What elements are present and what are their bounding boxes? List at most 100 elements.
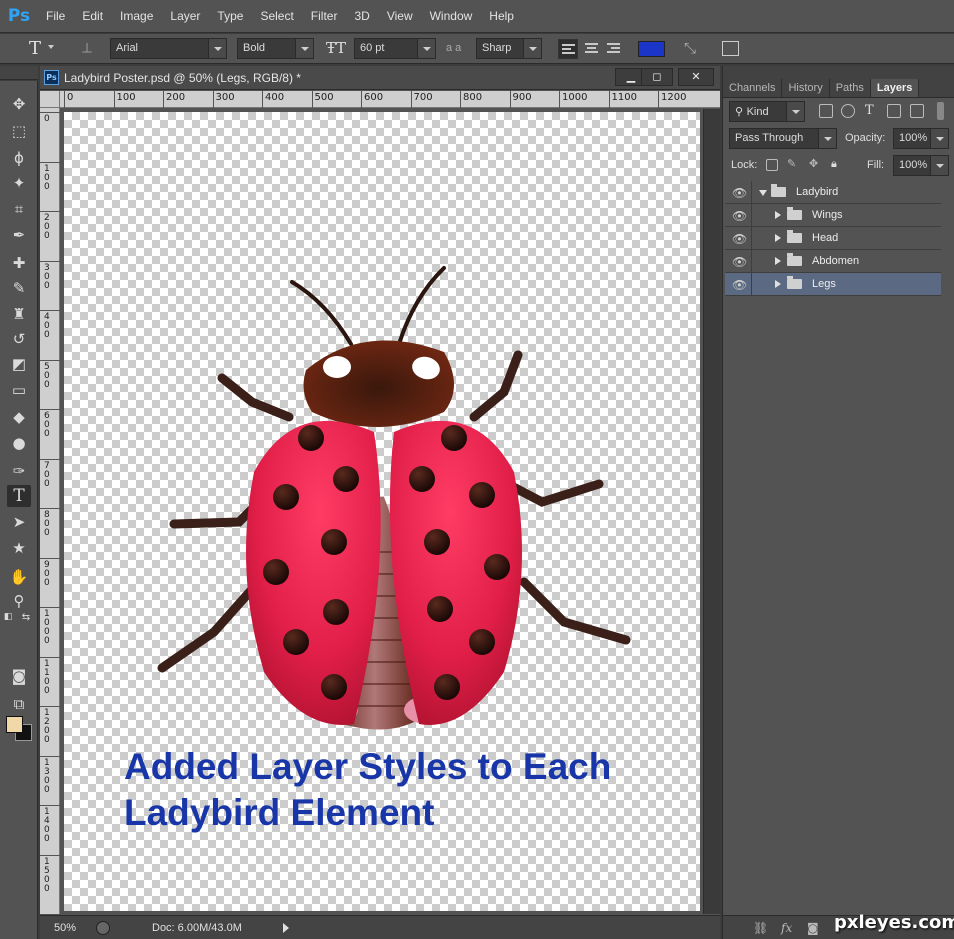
lock-all-icon[interactable]: 🔒︎ xyxy=(831,157,837,171)
quick-mask-icon[interactable]: ◙ xyxy=(7,665,31,687)
type-tool-icon[interactable]: T xyxy=(7,485,31,507)
tab-layers[interactable]: Layers xyxy=(870,79,920,97)
document-tab[interactable]: Ps Ladybird Poster.psd @ 50% (Legs, RGB/… xyxy=(40,66,720,90)
align-right-icon[interactable] xyxy=(604,39,624,59)
layer-row-abdomen[interactable]: 👁︎ Abdomen xyxy=(725,250,941,273)
antialias-select[interactable]: Sharp xyxy=(476,38,542,59)
tab-paths[interactable]: Paths xyxy=(830,79,871,97)
menu-file[interactable]: File xyxy=(46,9,65,23)
tab-history[interactable]: History xyxy=(782,79,830,97)
blur-tool-icon[interactable]: ◆ xyxy=(7,406,31,428)
layer-row-legs[interactable]: 👁︎ Legs xyxy=(725,273,941,296)
menu-window[interactable]: Window xyxy=(430,9,473,23)
marquee-tool-icon[interactable]: ⬚ xyxy=(7,120,31,142)
zoom-level[interactable]: 50% xyxy=(54,922,76,934)
lasso-tool-icon[interactable]: ϕ xyxy=(7,147,31,169)
menu-3d[interactable]: 3D xyxy=(354,9,369,23)
visibility-eye-icon[interactable]: 👁︎ xyxy=(732,278,747,292)
brush-tool-icon[interactable]: ✎ xyxy=(7,277,31,299)
visibility-eye-icon[interactable]: 👁︎ xyxy=(732,209,747,223)
ruler-origin[interactable] xyxy=(40,91,60,108)
hand-tool-icon[interactable]: ✋ xyxy=(7,566,31,588)
layer-filter-kind-select[interactable]: ⚲ Kind xyxy=(729,101,805,122)
panel-header[interactable] xyxy=(723,66,954,79)
eyedropper-icon[interactable]: ✒ xyxy=(7,224,31,246)
document-window: Ps Ladybird Poster.psd @ 50% (Legs, RGB/… xyxy=(40,66,720,939)
lock-image-icon[interactable]: ✎ xyxy=(787,157,796,170)
close-button[interactable]: ✕ xyxy=(678,68,714,86)
menu-edit[interactable]: Edit xyxy=(82,9,103,23)
warp-text-icon[interactable]: ⤡ xyxy=(680,38,700,59)
clone-stamp-icon[interactable]: ♜ xyxy=(7,303,31,325)
toolbar-header[interactable] xyxy=(0,66,38,80)
vertical-ruler[interactable]: 0 100 200 300 400 500 600 700 800 900 1000 1100 1200… xyxy=(40,108,60,914)
fill-input[interactable]: 100% xyxy=(893,155,949,176)
lock-transparent-icon[interactable] xyxy=(766,159,778,171)
swap-colors-icon[interactable]: ⇆ xyxy=(20,611,32,623)
layer-list: 👁︎ Ladybird 👁︎ Wings 👁︎ Head 👁︎ Abdomen 👁︎ Legs xyxy=(725,181,941,296)
menu-view[interactable]: View xyxy=(387,9,413,23)
menu-select[interactable]: Select xyxy=(260,9,293,23)
zoom-tool-icon[interactable]: ⚲ xyxy=(7,590,31,612)
history-brush-icon[interactable]: ↺ xyxy=(7,328,31,350)
align-center-icon[interactable] xyxy=(582,39,602,59)
collapsed-triangle-icon[interactable] xyxy=(775,211,781,219)
status-info-icon[interactable] xyxy=(96,921,110,935)
visibility-eye-icon[interactable]: 👁︎ xyxy=(732,255,747,269)
crop-tool-icon[interactable]: ⌗ xyxy=(7,198,31,220)
visibility-eye-icon[interactable]: 👁︎ xyxy=(732,186,747,200)
menu-layer[interactable]: Layer xyxy=(170,9,200,23)
layer-row-wings[interactable]: 👁︎ Wings xyxy=(725,204,941,227)
eraser-tool-icon[interactable]: ◩ xyxy=(7,353,31,375)
menu-help[interactable]: Help xyxy=(489,9,514,23)
status-menu-arrow-icon[interactable] xyxy=(283,923,289,933)
dodge-tool-icon[interactable]: ● xyxy=(7,432,31,454)
filter-adjustment-icon[interactable] xyxy=(841,104,855,118)
shape-tool-icon[interactable]: ★ xyxy=(7,537,31,559)
gradient-tool-icon[interactable]: ▭ xyxy=(7,379,31,401)
maximize-button[interactable]: ◻ xyxy=(641,68,673,86)
collapsed-triangle-icon[interactable] xyxy=(775,280,781,288)
pen-tool-icon[interactable]: ✑ xyxy=(7,460,31,482)
move-tool-icon[interactable]: ✥ xyxy=(7,93,31,115)
path-selection-icon[interactable]: ➤ xyxy=(7,511,31,533)
menu-filter[interactable]: Filter xyxy=(311,9,338,23)
tool-preset-chevron-icon[interactable] xyxy=(48,45,54,49)
font-style-select[interactable]: Bold xyxy=(237,38,314,59)
filter-pixel-icon[interactable] xyxy=(819,104,833,118)
text-orientation-icon[interactable]: ⟂ xyxy=(76,38,98,59)
visibility-eye-icon[interactable]: 👁︎ xyxy=(732,232,747,246)
filter-toggle[interactable] xyxy=(937,102,944,120)
link-icon[interactable]: ⛓ xyxy=(753,921,768,935)
collapsed-triangle-icon[interactable] xyxy=(775,257,781,265)
screen-mode-icon[interactable]: ⧉ xyxy=(7,693,31,715)
fx-icon[interactable]: fx xyxy=(781,921,792,935)
layer-row-head[interactable]: 👁︎ Head xyxy=(725,227,941,250)
menu-image[interactable]: Image xyxy=(120,9,153,23)
text-color-swatch[interactable] xyxy=(638,41,665,57)
tab-channels[interactable]: Channels xyxy=(723,79,783,97)
type-tool-preset-icon[interactable]: T xyxy=(24,38,46,59)
character-panel-icon[interactable] xyxy=(722,41,739,56)
collapsed-triangle-icon[interactable] xyxy=(775,234,781,242)
expanded-triangle-icon[interactable] xyxy=(759,190,767,196)
opacity-input[interactable]: 100% xyxy=(893,128,949,149)
font-family-select[interactable]: Arial xyxy=(110,38,227,59)
foreground-color-swatch[interactable] xyxy=(6,716,23,733)
healing-brush-icon[interactable]: ✚ xyxy=(7,252,31,274)
blend-mode-select[interactable]: Pass Through xyxy=(729,128,837,149)
filter-type-icon[interactable]: T xyxy=(865,103,874,118)
font-size-select[interactable]: 60 pt xyxy=(354,38,436,59)
filter-smart-object-icon[interactable] xyxy=(910,104,924,118)
filter-shape-icon[interactable] xyxy=(887,104,901,118)
mask-icon[interactable]: ◙ xyxy=(807,921,819,935)
layer-row-ladybird[interactable]: 👁︎ Ladybird xyxy=(725,181,941,204)
magic-wand-icon[interactable]: ✦ xyxy=(7,172,31,194)
menu-type[interactable]: Type xyxy=(217,9,243,23)
lock-position-icon[interactable]: ✥ xyxy=(809,157,818,170)
image-canvas[interactable]: Added Layer Styles to Each Ladybird Elem… xyxy=(64,112,700,911)
vertical-scrollbar[interactable] xyxy=(703,109,720,914)
default-colors-icon[interactable]: ◧ xyxy=(2,611,14,623)
align-left-icon[interactable] xyxy=(558,39,578,59)
horizontal-ruler[interactable]: 0 100 200 300 400 500 600 700 800 900 1000 1100 1200 xyxy=(60,91,720,108)
